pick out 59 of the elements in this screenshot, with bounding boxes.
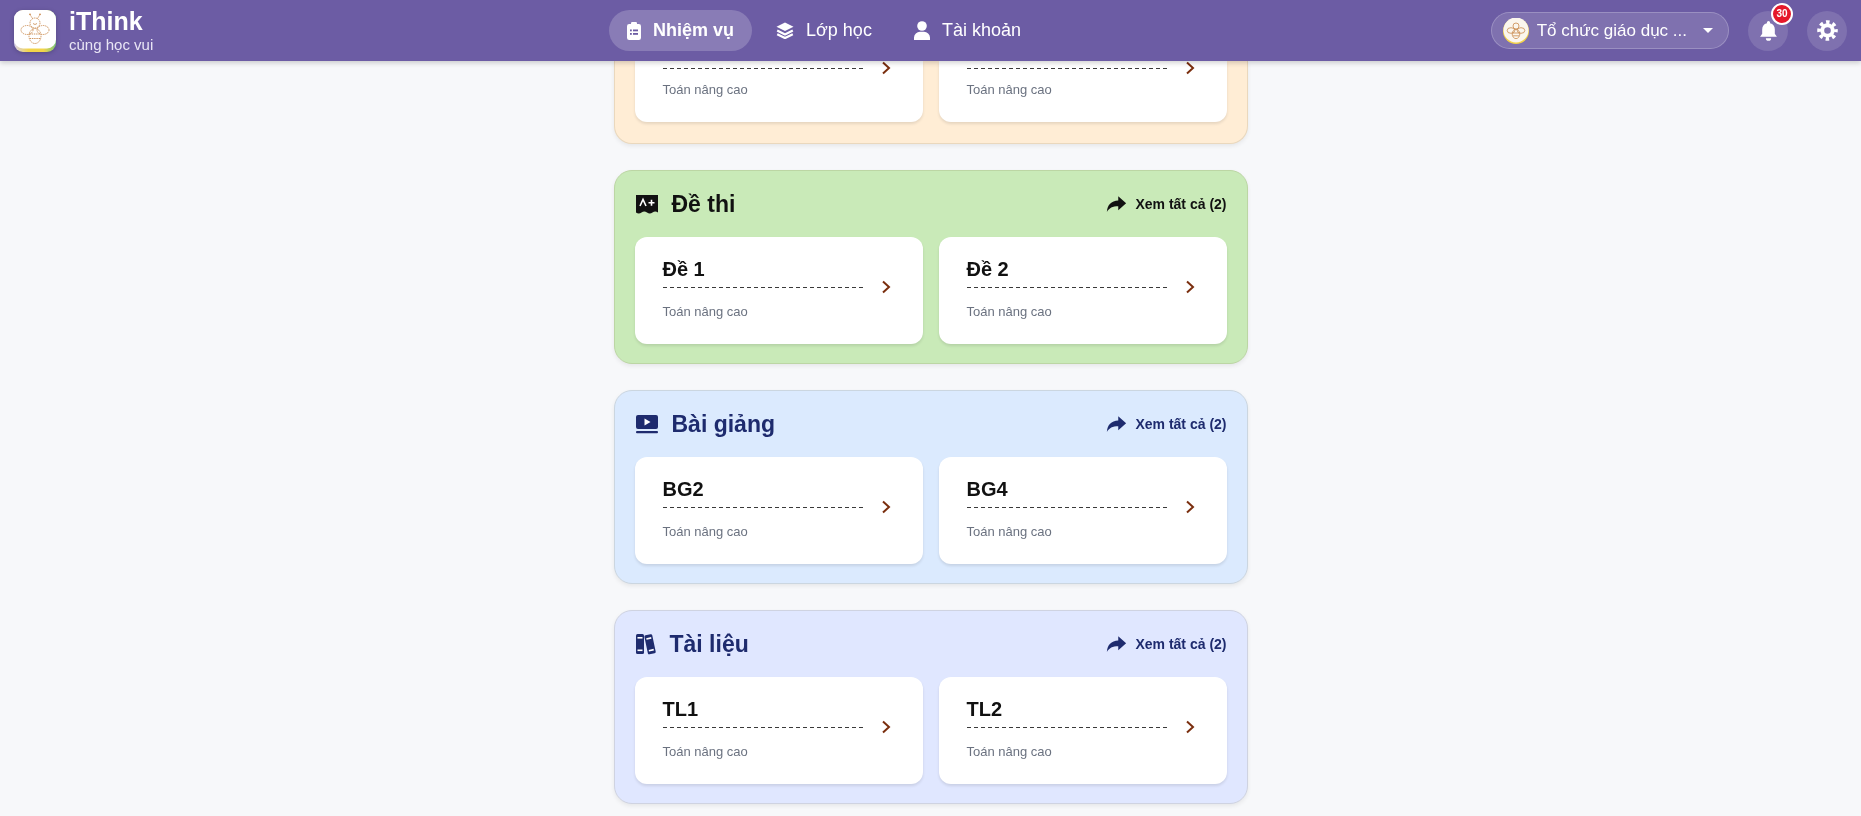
bell-icon [1759,20,1777,41]
view-all-link[interactable]: Xem tất cả (2) [1106,414,1227,433]
bee-avatar-icon [1502,17,1529,44]
card-title: Đề 1 [662,257,706,281]
chevron-icon [1184,61,1195,75]
chevron-icon [880,720,891,734]
card-subtitle: Toán nâng cao [662,304,749,320]
card-title: BG4 [966,477,1009,501]
notifications-button[interactable] [1748,10,1788,51]
card-subtitle: Toán nâng cao [662,744,749,760]
notification-count: 30 [1771,2,1793,25]
card-subtitle: Toán nâng cao [966,304,1053,320]
share-arrow-icon [1106,194,1128,213]
app-tagline: cùng học vui [69,36,154,54]
card-subtitle: Toán nâng cao [966,524,1053,540]
share-arrow-icon [1106,634,1128,653]
chevron-icon [1184,500,1195,514]
share-arrow-icon [1106,414,1128,433]
card-title: TL2 [966,697,1004,721]
chevron-icon [1184,280,1195,294]
item-card[interactable]: Toán nâng cao [634,61,923,122]
nav-tab[interactable]: Lớp học [758,10,890,51]
bee-logo-icon [14,9,56,52]
card-subtitle: Toán nâng cao [662,524,749,540]
item-card[interactable]: BG4 Toán nâng cao [938,457,1227,564]
card-subtitle: Toán nâng cao [662,82,749,98]
chevron-icon [880,500,891,514]
nav-tab[interactable]: Tài khoản [895,10,1039,51]
settings-button[interactable] [1807,10,1847,51]
chevron-icon [1184,720,1195,734]
item-card[interactable]: TL1 Toán nâng cao [634,677,923,784]
item-card[interactable]: Đề 1 Toán nâng cao [634,237,923,344]
user-icon [913,21,930,40]
item-card[interactable]: Toán nâng cao [938,61,1227,122]
organization-selector[interactable]: Tổ chức giáo dục ... [1490,12,1729,49]
item-card[interactable]: Đề 2 Toán nâng cao [938,237,1227,344]
nav-tab[interactable]: Nhiệm vụ [609,10,753,51]
chevron-icon [880,280,891,294]
section-title: Tài liệu [669,629,749,658]
section-title: Bài giảng [671,409,775,438]
layers-icon [776,22,795,39]
app-name: iThink [69,7,144,35]
card-title: TL1 [662,697,700,721]
card-title: BG2 [662,477,705,501]
clipboard-icon [627,21,641,40]
item-card[interactable]: TL2 Toán nâng cao [938,677,1227,784]
caret-icon [1703,28,1713,33]
chevron-icon [880,61,891,75]
view-all-link[interactable]: Xem tất cả (2) [1106,634,1227,653]
card-subtitle: Toán nâng cao [966,744,1053,760]
exam-paper-icon [634,193,659,214]
item-card[interactable]: BG2 Toán nâng cao [634,457,923,564]
video-screen-icon [634,413,659,434]
view-all-link[interactable]: Xem tất cả (2) [1106,194,1227,213]
settings-icon [1816,20,1838,41]
books-icon [634,632,657,655]
card-title: Đề 2 [966,257,1010,281]
card-subtitle: Toán nâng cao [966,82,1053,98]
section-title: Đề thi [671,189,736,218]
